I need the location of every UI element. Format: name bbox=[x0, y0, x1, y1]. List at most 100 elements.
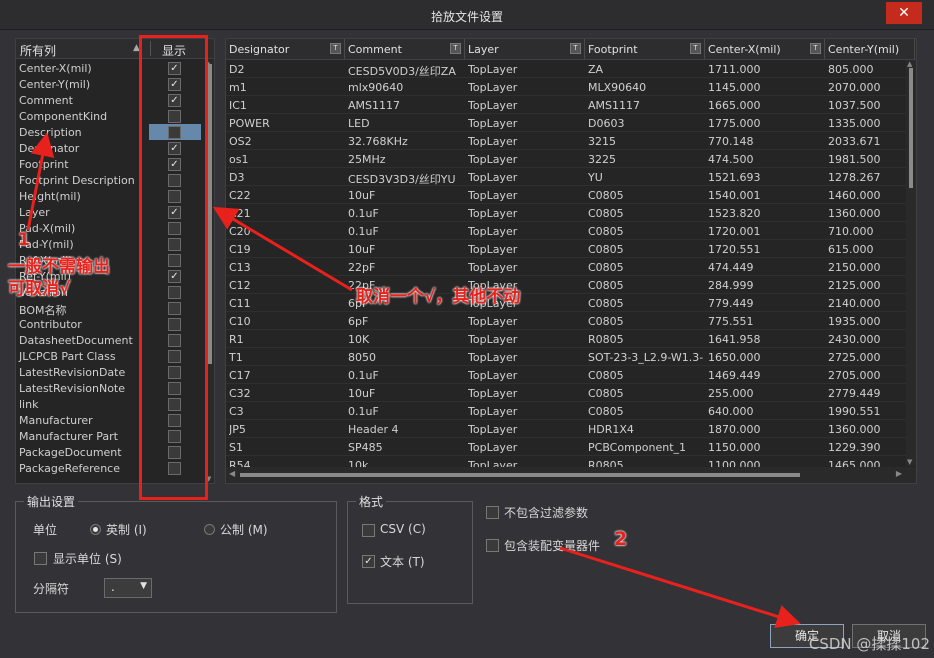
unit-metric-label[interactable]: 公制 (M) bbox=[220, 521, 268, 538]
grid-cell: 1990.551 bbox=[828, 405, 881, 418]
grid-cell: 775.551 bbox=[708, 315, 754, 328]
grid-cell: 1720.551 bbox=[708, 243, 761, 256]
annotation-highlight-box bbox=[139, 35, 208, 500]
grid-row[interactable]: C32 10uF TopLayer C0805 255.000 2779.449 bbox=[226, 384, 906, 402]
grid-cell: 10K bbox=[348, 333, 370, 346]
column-item-label: JLCPCB Part Class bbox=[19, 350, 116, 363]
grid-cell: 474.500 bbox=[708, 153, 754, 166]
grid-cell: 2125.000 bbox=[828, 279, 881, 292]
grid-row[interactable]: T1 8050 TopLayer SOT-23-3_L2.9-W1.3-P0 1650.… bbox=[226, 348, 906, 366]
exclude-filter-label[interactable]: 不包含过滤参数 bbox=[504, 504, 588, 521]
grid-cell: 805.000 bbox=[828, 63, 874, 76]
grid-row[interactable]: JP5 Header 4 TopLayer HDR1X4 1870.000 1360.00… bbox=[226, 420, 906, 438]
grid-cell: T1 bbox=[229, 351, 243, 364]
watermark: CSDN @揉揉102 bbox=[808, 635, 930, 653]
grid-column-header[interactable]: Center-Y(mil) bbox=[825, 39, 915, 59]
grid-row[interactable]: C20 0.1uF TopLayer C0805 1720.001 710.000 bbox=[226, 222, 906, 240]
exclude-filter-checkbox[interactable] bbox=[486, 506, 499, 519]
scroll-right-icon[interactable]: ▶ bbox=[896, 469, 902, 478]
grid-column-header[interactable]: Footprint T bbox=[585, 39, 705, 59]
grid-row[interactable]: C21 0.1uF TopLayer C0805 1523.820 1360.000 bbox=[226, 204, 906, 222]
grid-cell: 1469.449 bbox=[708, 369, 761, 382]
close-button[interactable]: ✕ bbox=[886, 2, 922, 24]
text-checkbox[interactable]: ✓ bbox=[362, 555, 375, 568]
grid-row[interactable]: C19 10uF TopLayer C0805 1720.551 615.000 bbox=[226, 240, 906, 258]
grid-column-header[interactable]: Center-X(mil) T bbox=[705, 39, 825, 59]
grid-cell: LED bbox=[348, 117, 370, 130]
grid-cell: 1360.000 bbox=[828, 423, 881, 436]
grid-cell: 6pF bbox=[348, 315, 369, 328]
filter-icon[interactable]: T bbox=[810, 43, 821, 54]
grid-cell: TopLayer bbox=[468, 117, 518, 130]
scroll-thumb[interactable] bbox=[909, 68, 913, 188]
grid-vscroll[interactable]: ▲ ▼ bbox=[906, 60, 916, 466]
grid-row[interactable]: C17 0.1uF TopLayer C0805 1469.449 2705.000 bbox=[226, 366, 906, 384]
grid-column-header-label: Designator bbox=[229, 43, 290, 56]
grid-cell: C0805 bbox=[588, 207, 624, 220]
grid-cell: 0.1uF bbox=[348, 225, 379, 238]
grid-cell: R0805 bbox=[588, 333, 624, 346]
unit-metric-radio[interactable] bbox=[204, 524, 215, 535]
csv-checkbox[interactable] bbox=[362, 524, 375, 537]
unit-imperial-label[interactable]: 英制 (I) bbox=[106, 521, 147, 538]
grid-cell: S1 bbox=[229, 441, 243, 454]
grid-row[interactable]: os1 25MHz TopLayer 3225 474.500 1981.500 bbox=[226, 150, 906, 168]
filter-icon[interactable]: T bbox=[450, 43, 461, 54]
grid-hscroll[interactable]: ◀ ▶ bbox=[226, 467, 916, 483]
grid-cell: C0805 bbox=[588, 315, 624, 328]
csv-label[interactable]: CSV (C) bbox=[380, 522, 426, 536]
scroll-thumb[interactable] bbox=[208, 64, 212, 364]
scroll-thumb[interactable] bbox=[240, 473, 800, 477]
grid-cell: TopLayer bbox=[468, 171, 518, 184]
grid-cell: C32 bbox=[229, 387, 251, 400]
grid-row[interactable]: D3 CESD3V3D3/丝印YU TopLayer YU 1521.693 1278.2… bbox=[226, 168, 906, 186]
grid-cell: TopLayer bbox=[468, 333, 518, 346]
grid-cell: C0805 bbox=[588, 189, 624, 202]
scroll-left-icon[interactable]: ◀ bbox=[229, 469, 235, 478]
grid-column-header-label: Center-Y(mil) bbox=[828, 43, 900, 56]
grid-column-header[interactable]: Comment T bbox=[345, 39, 465, 59]
grid-cell: YU bbox=[588, 171, 603, 184]
grid-cell: m1 bbox=[229, 81, 247, 94]
grid-cell: AMS1117 bbox=[588, 99, 640, 112]
unit-label: 单位 bbox=[33, 523, 58, 537]
grid-column-header[interactable]: Designator T bbox=[226, 39, 345, 59]
filter-icon[interactable]: T bbox=[570, 43, 581, 54]
column-item-label: Footprint Description bbox=[19, 174, 135, 187]
separator-label: 分隔符 bbox=[33, 582, 70, 596]
column-item-label: Center-Y(mil) bbox=[19, 78, 91, 91]
grid-cell: 2070.000 bbox=[828, 81, 881, 94]
include-variant-label[interactable]: 包含装配变量器件 bbox=[504, 537, 600, 554]
grid-column-header[interactable]: Layer T bbox=[465, 39, 585, 59]
grid-row[interactable]: D2 CESD5V0D3/丝印ZA TopLayer ZA 1711.000 805.00… bbox=[226, 60, 906, 78]
grid-cell: 1641.958 bbox=[708, 333, 761, 346]
grid-row[interactable]: IC1 AMS1117 TopLayer AMS1117 1665.000 1037.50… bbox=[226, 96, 906, 114]
grid-cell: 1935.000 bbox=[828, 315, 881, 328]
grid-row[interactable]: R1 10K TopLayer R0805 1641.958 2430.000 bbox=[226, 330, 906, 348]
grid-row[interactable]: C22 10uF TopLayer C0805 1540.001 1460.000 bbox=[226, 186, 906, 204]
grid-row[interactable]: C10 6pF TopLayer C0805 775.551 1935.000 bbox=[226, 312, 906, 330]
filter-icon[interactable]: T bbox=[690, 43, 701, 54]
grid-row[interactable]: C13 22pF TopLayer C0805 474.449 2150.000 bbox=[226, 258, 906, 276]
grid-row[interactable]: C12 22pF TopLayer C0805 284.999 2125.000 bbox=[226, 276, 906, 294]
grid-row[interactable]: C3 0.1uF TopLayer C0805 640.000 1990.551 bbox=[226, 402, 906, 420]
text-label[interactable]: 文本 (T) bbox=[380, 553, 425, 570]
scroll-up-icon[interactable]: ▲ bbox=[907, 60, 912, 68]
filter-icon[interactable]: T bbox=[330, 43, 341, 54]
separator-dropdown[interactable]: . ▼ bbox=[104, 578, 152, 598]
show-units-label[interactable]: 显示单位 (S) bbox=[53, 550, 122, 567]
grid-cell: 770.148 bbox=[708, 135, 754, 148]
show-units-checkbox[interactable] bbox=[34, 552, 47, 565]
grid-row[interactable]: m1 mlx90640 TopLayer MLX90640 1145.000 2070.0… bbox=[226, 78, 906, 96]
column-item-label: Designator bbox=[19, 142, 80, 155]
scroll-down-icon[interactable]: ▼ bbox=[907, 458, 912, 466]
header-all-columns[interactable]: 所有列 bbox=[20, 42, 56, 59]
grid-row[interactable]: POWER LED TopLayer D0603 1775.000 1335.000 bbox=[226, 114, 906, 132]
grid-row[interactable]: C11 6pF TopLayer C0805 779.449 2140.000 bbox=[226, 294, 906, 312]
unit-imperial-radio[interactable] bbox=[90, 524, 101, 535]
include-variant-checkbox[interactable] bbox=[486, 539, 499, 552]
grid-cell: TopLayer bbox=[468, 315, 518, 328]
grid-row[interactable]: S1 SP485 TopLayer PCBComponent_1 1150.000 122… bbox=[226, 438, 906, 456]
grid-cell: 2705.000 bbox=[828, 369, 881, 382]
grid-row[interactable]: OS2 32.768KHz TopLayer 3215 770.148 2033.671 bbox=[226, 132, 906, 150]
